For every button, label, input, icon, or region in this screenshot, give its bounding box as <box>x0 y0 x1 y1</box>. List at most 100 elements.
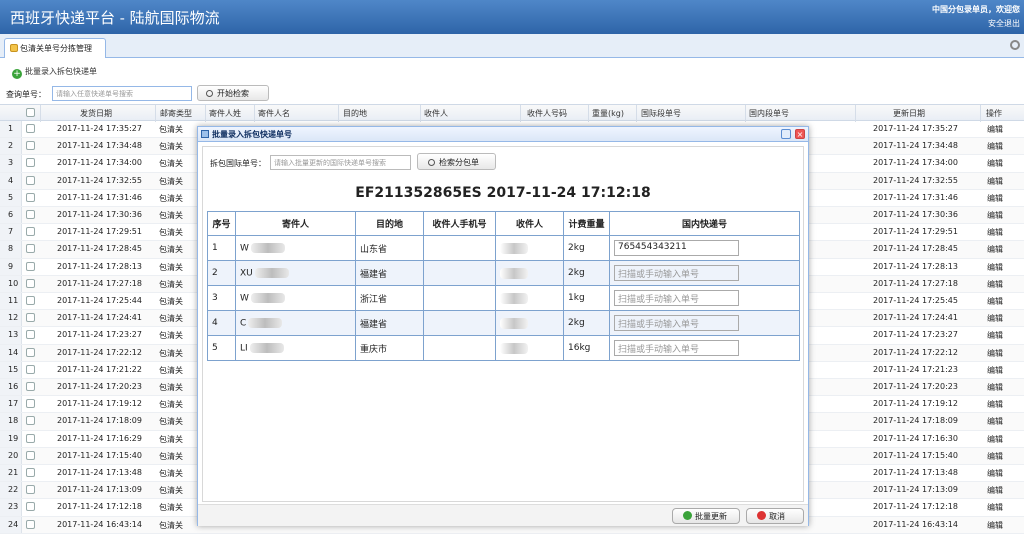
express-number-input[interactable]: 765454343211 <box>614 240 739 256</box>
logout-link[interactable]: 安全退出 <box>988 18 1020 29</box>
send-date: 2017-11-24 17:27:18 <box>57 278 142 288</box>
header-destination[interactable]: 目的地 <box>343 108 367 119</box>
header-intl-number[interactable]: 国际段单号 <box>641 108 681 119</box>
edit-link[interactable]: 编辑 <box>987 176 1003 187</box>
edit-link[interactable]: 编辑 <box>987 279 1003 290</box>
row-number: 24 <box>0 516 22 533</box>
intl-number-label: 拆包国际单号： <box>210 159 266 168</box>
grid-header: 发货日期 邮寄类型 寄件人姓 寄件人名 目的地 收件人 收件人号码 重量(kg)… <box>0 104 1024 122</box>
row-checkbox[interactable] <box>26 450 35 460</box>
edit-link[interactable]: 编辑 <box>987 399 1003 410</box>
item-weight: 16kg <box>563 335 610 361</box>
row-checkbox[interactable] <box>26 175 35 185</box>
edit-link[interactable]: 编辑 <box>987 485 1003 496</box>
row-checkbox[interactable] <box>26 313 35 323</box>
row-checkbox[interactable] <box>26 192 35 202</box>
header-weight[interactable]: 重量(kg) <box>592 108 624 119</box>
row-checkbox[interactable] <box>26 364 35 374</box>
row-checkbox[interactable] <box>26 416 35 426</box>
row-checkbox[interactable] <box>26 519 35 529</box>
redacted-mask <box>500 242 528 254</box>
edit-link[interactable]: 编辑 <box>987 348 1003 359</box>
search-input[interactable]: 请输入任意快递单号搜索 <box>52 86 192 101</box>
row-checkbox[interactable] <box>26 433 35 443</box>
row-checkbox[interactable] <box>26 399 35 409</box>
row-checkbox[interactable] <box>26 502 35 512</box>
row-checkbox[interactable] <box>26 278 35 288</box>
edit-link[interactable]: 编辑 <box>987 382 1003 393</box>
mail-type: 包清关 <box>159 193 183 203</box>
tab-sort-management[interactable]: 包清关单号分拣管理 <box>4 38 106 58</box>
row-checkbox[interactable] <box>26 347 35 357</box>
header-send-date[interactable]: 发货日期 <box>80 108 112 119</box>
edit-link[interactable]: 编辑 <box>987 262 1003 273</box>
edit-link[interactable]: 编辑 <box>987 330 1003 341</box>
col-recipient-phone: 收件人手机号 <box>423 211 496 236</box>
row-number: 21 <box>0 465 22 482</box>
cancel-button[interactable]: 取消 <box>746 508 804 524</box>
search-package-button[interactable]: 检索分包单 <box>417 153 496 170</box>
send-date: 2017-11-24 17:34:48 <box>57 141 142 151</box>
express-number-input[interactable]: 扫描或手动输入单号 <box>614 290 739 306</box>
edit-link[interactable]: 编辑 <box>987 244 1003 255</box>
edit-link[interactable]: 编辑 <box>987 193 1003 204</box>
close-button[interactable]: × <box>795 129 805 139</box>
mail-type: 包清关 <box>159 503 183 513</box>
row-checkbox[interactable] <box>26 210 35 219</box>
edit-link[interactable]: 编辑 <box>987 434 1003 445</box>
header-domestic-number[interactable]: 国内段单号 <box>749 108 789 119</box>
item-recipient <box>495 285 564 311</box>
send-date: 2017-11-24 17:16:29 <box>57 433 142 443</box>
edit-link[interactable]: 编辑 <box>987 416 1003 427</box>
redacted-mask <box>500 267 528 279</box>
row-checkbox[interactable] <box>26 227 35 237</box>
edit-link[interactable]: 编辑 <box>987 468 1003 479</box>
edit-link[interactable]: 编辑 <box>987 502 1003 513</box>
row-checkbox[interactable] <box>26 261 35 271</box>
header-sender-surname[interactable]: 寄件人姓 <box>209 108 241 119</box>
batch-entry-button[interactable]: + 批量录入拆包快递单 <box>12 66 97 79</box>
sender-name: W <box>240 243 249 254</box>
edit-link[interactable]: 编辑 <box>987 296 1003 307</box>
intl-number-input[interactable]: 请输入批量更新的国际快递单号搜索 <box>270 155 411 170</box>
update-date: 2017-11-24 17:18:09 <box>873 416 958 426</box>
edit-link[interactable]: 编辑 <box>987 313 1003 324</box>
row-checkbox[interactable] <box>26 141 35 151</box>
search-button[interactable]: 开始检索 <box>197 85 269 101</box>
select-all-checkbox[interactable] <box>26 108 35 117</box>
edit-link[interactable]: 编辑 <box>987 520 1003 531</box>
gear-icon[interactable] <box>1010 40 1020 50</box>
minimize-button[interactable] <box>781 129 791 139</box>
send-date: 2017-11-24 17:34:00 <box>57 158 142 168</box>
row-checkbox[interactable] <box>26 296 35 305</box>
edit-link[interactable]: 编辑 <box>987 451 1003 462</box>
edit-link[interactable]: 编辑 <box>987 210 1003 221</box>
header-recipient[interactable]: 收件人 <box>424 108 448 119</box>
express-number-input[interactable]: 扫描或手动输入单号 <box>614 340 739 356</box>
edit-link[interactable]: 编辑 <box>987 227 1003 238</box>
edit-link[interactable]: 编辑 <box>987 141 1003 152</box>
row-checkbox[interactable] <box>26 330 35 340</box>
edit-link[interactable]: 编辑 <box>987 365 1003 376</box>
mail-type: 包清关 <box>159 176 183 186</box>
top-header: 西班牙快递平台 - 陆航国际物流 中国分包录单员，欢迎您 安全退出 <box>0 0 1024 34</box>
edit-link[interactable]: 编辑 <box>987 124 1003 135</box>
mail-type: 包清关 <box>159 142 183 152</box>
header-sender-name[interactable]: 寄件人名 <box>258 108 290 119</box>
row-checkbox[interactable] <box>26 124 35 133</box>
row-checkbox[interactable] <box>26 382 35 391</box>
edit-link[interactable]: 编辑 <box>987 158 1003 169</box>
header-mail-type[interactable]: 邮寄类型 <box>160 108 192 119</box>
header-update-date[interactable]: 更新日期 <box>893 108 925 119</box>
express-number-input[interactable]: 扫描或手动输入单号 <box>614 315 739 331</box>
row-checkbox[interactable] <box>26 468 35 477</box>
express-number-input[interactable]: 扫描或手动输入单号 <box>614 265 739 281</box>
item-weight: 2kg <box>563 235 610 261</box>
search-label: 查询单号： <box>6 90 46 99</box>
row-checkbox[interactable] <box>26 158 35 168</box>
row-checkbox[interactable] <box>26 485 35 495</box>
row-checkbox[interactable] <box>26 244 35 254</box>
batch-update-button[interactable]: 批量更新 <box>672 508 740 524</box>
header-recipient-phone[interactable]: 收件人号码 <box>527 108 567 119</box>
update-date: 2017-11-24 17:22:12 <box>873 347 958 357</box>
